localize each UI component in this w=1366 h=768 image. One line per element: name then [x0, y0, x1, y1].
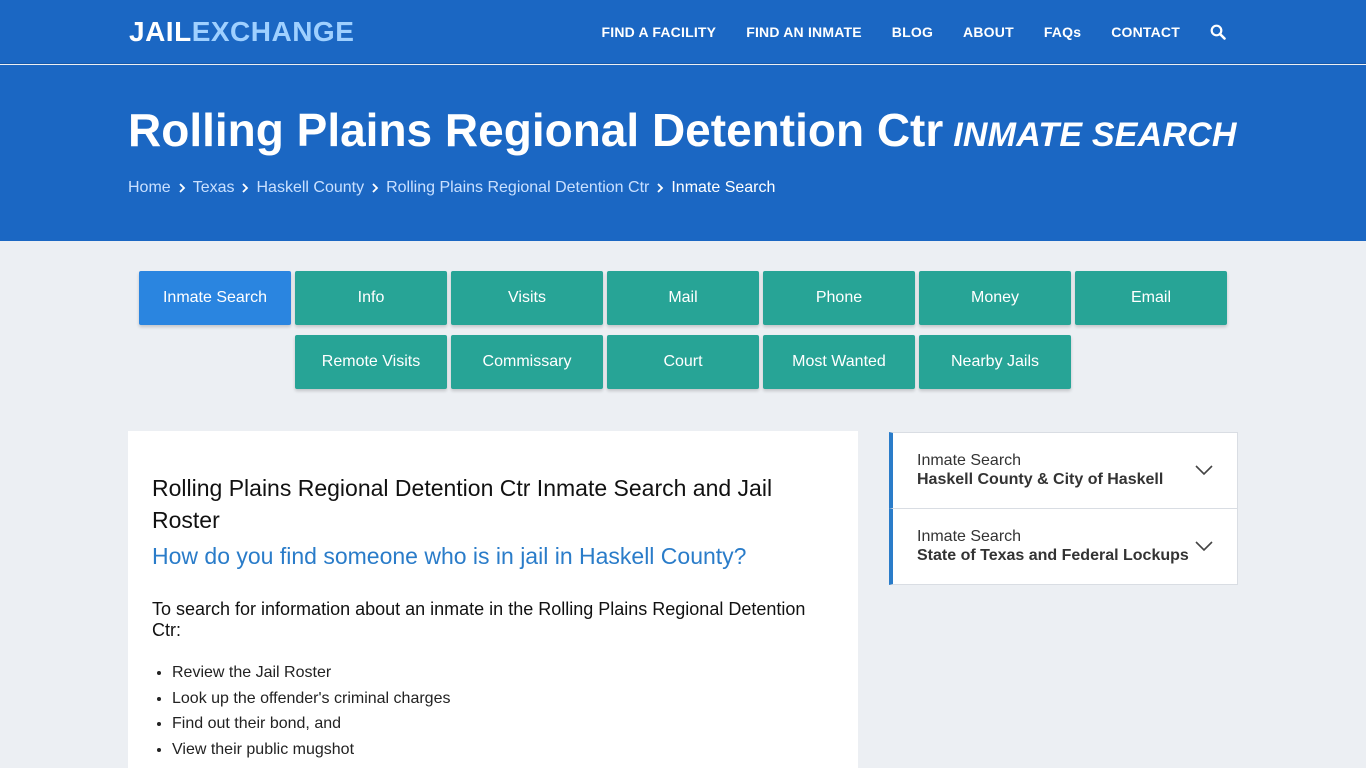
- tab-remote-visits[interactable]: Remote Visits: [295, 335, 447, 389]
- tab-inmate-search[interactable]: Inmate Search: [139, 271, 291, 325]
- breadcrumb: Home Texas Haskell County Rolling Plains…: [128, 179, 775, 197]
- search-icon[interactable]: [1210, 24, 1226, 40]
- accordion-haskell-county[interactable]: Inmate Search Haskell County & City of H…: [889, 432, 1238, 509]
- accordion-texas-federal[interactable]: Inmate Search State of Texas and Federal…: [889, 508, 1238, 585]
- accordion-label: Inmate Search: [917, 452, 1022, 469]
- chevron-right-icon: [234, 180, 256, 196]
- content-intro: To search for information about an inmat…: [152, 599, 806, 640]
- site-logo[interactable]: JAILEXCHANGE: [129, 16, 354, 48]
- nav-find-facility[interactable]: FIND A FACILITY: [601, 24, 716, 40]
- list-item: Find out their bond, and: [172, 711, 450, 737]
- nav-blog[interactable]: BLOG: [892, 24, 933, 40]
- breadcrumb-texas[interactable]: Texas: [193, 179, 235, 197]
- page-title: Rolling Plains Regional Detention Ctr INM…: [128, 103, 1237, 157]
- tab-mail[interactable]: Mail: [607, 271, 759, 325]
- tab-money[interactable]: Money: [919, 271, 1071, 325]
- tab-commissary[interactable]: Commissary: [451, 335, 603, 389]
- logo-jail: JAIL: [129, 16, 192, 47]
- accordion-title: State of Texas and Federal Lockups: [917, 547, 1189, 564]
- tab-visits[interactable]: Visits: [451, 271, 603, 325]
- chevron-down-icon: [1195, 463, 1213, 476]
- chevron-right-icon: [171, 180, 193, 196]
- page-title-facility: Rolling Plains Regional Detention Ctr: [128, 104, 944, 156]
- breadcrumb-facility[interactable]: Rolling Plains Regional Detention Ctr: [386, 179, 649, 197]
- list-item: Review the Jail Roster: [172, 660, 450, 686]
- tab-email[interactable]: Email: [1075, 271, 1227, 325]
- accordion-title: Haskell County & City of Haskell: [917, 471, 1164, 488]
- content-question: How do you find someone who is in jail i…: [152, 543, 747, 569]
- list-item: Look up the offender's criminal charges: [172, 686, 450, 712]
- steps-list: Review the Jail Roster Look up the offen…: [172, 660, 450, 762]
- nav-about[interactable]: ABOUT: [963, 24, 1014, 40]
- nav-faqs[interactable]: FAQs: [1044, 24, 1081, 40]
- chevron-down-icon: [1195, 539, 1213, 552]
- tab-nearby-jails[interactable]: Nearby Jails: [919, 335, 1071, 389]
- chevron-right-icon: [364, 180, 386, 196]
- main-nav: FIND A FACILITY FIND AN INMATE BLOG ABOU…: [571, 0, 1226, 64]
- list-item: View their public mugshot: [172, 737, 450, 763]
- tab-info[interactable]: Info: [295, 271, 447, 325]
- nav-contact[interactable]: CONTACT: [1111, 24, 1180, 40]
- content-heading: Rolling Plains Regional Detention Ctr In…: [152, 475, 773, 533]
- accordion-label: Inmate Search: [917, 528, 1022, 545]
- breadcrumb-home[interactable]: Home: [128, 179, 171, 197]
- hero-banner: Rolling Plains Regional Detention Ctr INM…: [0, 65, 1366, 241]
- nav-find-inmate[interactable]: FIND AN INMATE: [746, 24, 862, 40]
- breadcrumb-current: Inmate Search: [671, 179, 776, 196]
- main-content-card: Rolling Plains Regional Detention Ctr In…: [128, 431, 858, 768]
- top-navbar: JAILEXCHANGE FIND A FACILITY FIND AN INM…: [0, 0, 1366, 64]
- logo-exchange: EXCHANGE: [191, 16, 355, 47]
- tab-court[interactable]: Court: [607, 335, 759, 389]
- breadcrumb-county[interactable]: Haskell County: [256, 179, 364, 197]
- tab-phone[interactable]: Phone: [763, 271, 915, 325]
- page-title-subtitle: INMATE SEARCH: [953, 116, 1237, 154]
- chevron-right-icon: [649, 180, 671, 196]
- tab-most-wanted[interactable]: Most Wanted: [763, 335, 915, 389]
